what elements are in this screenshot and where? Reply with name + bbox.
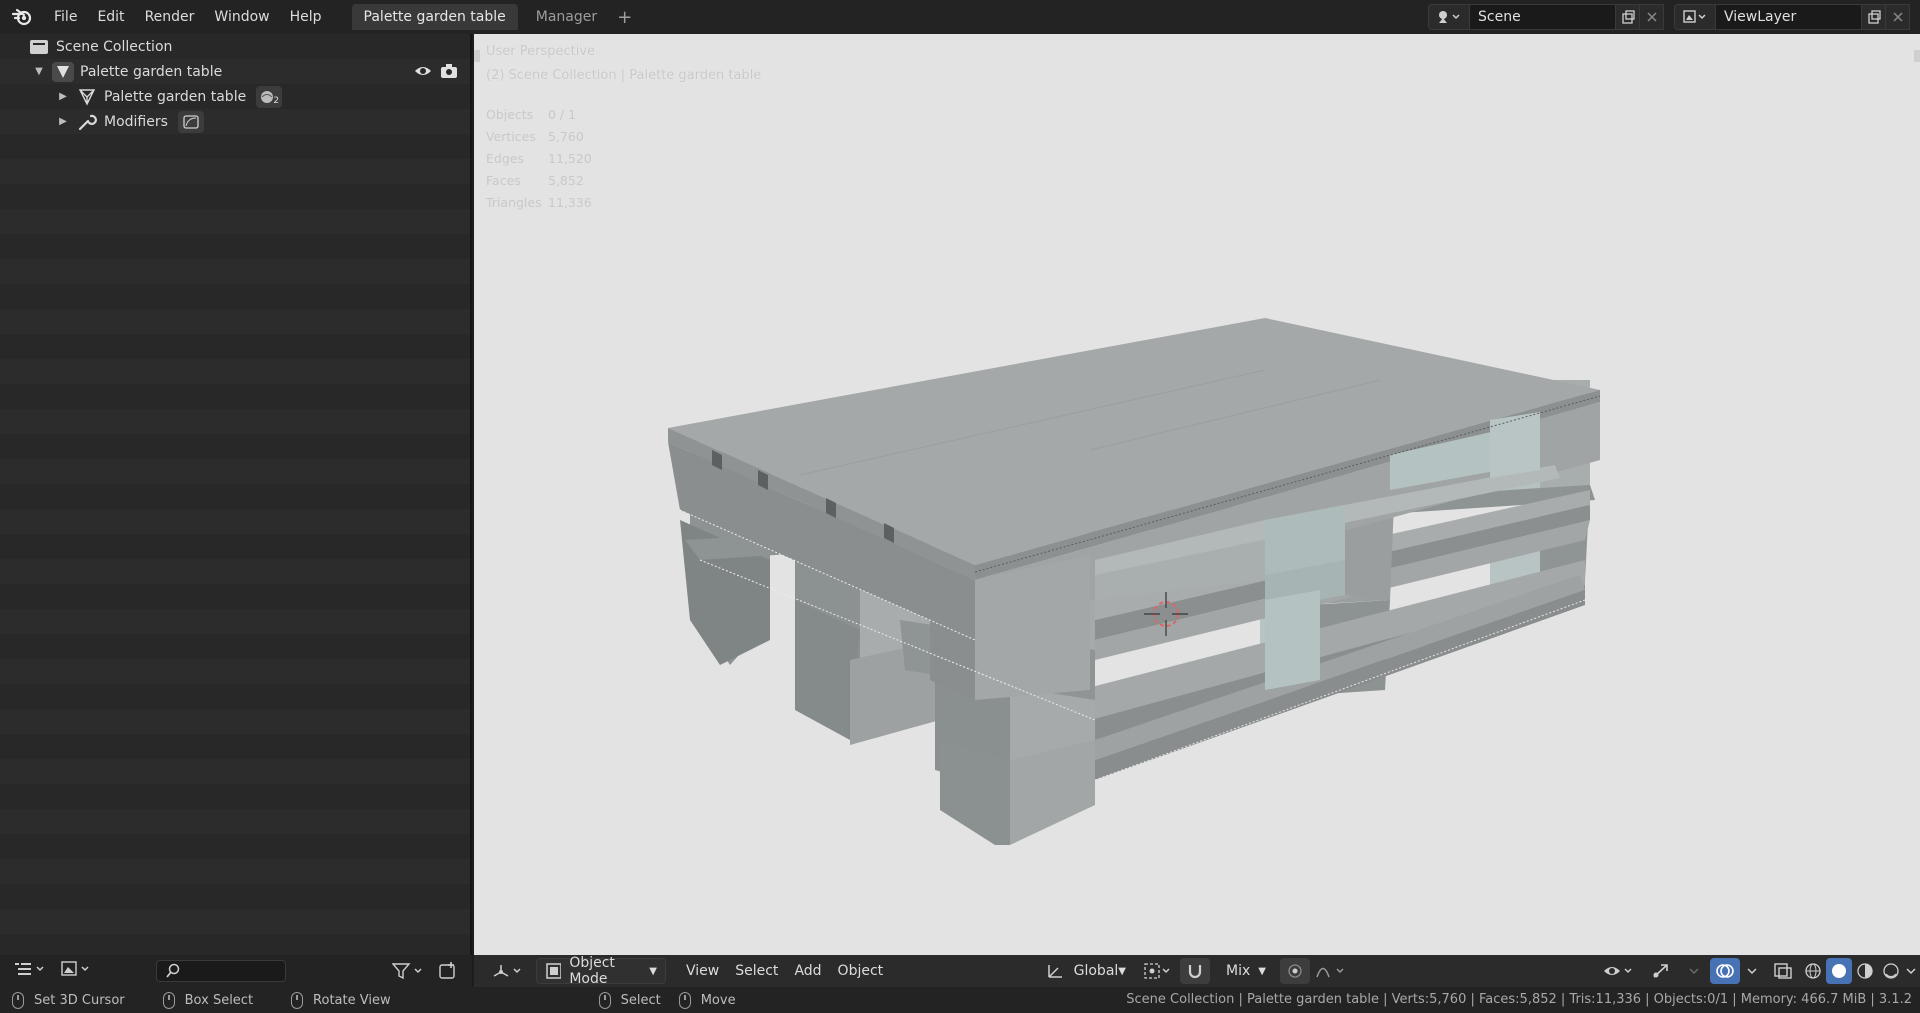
overlays-dropdown-icon[interactable] <box>1742 958 1762 984</box>
outliner-row-mesh-data[interactable]: ▶ Palette garden table 2 <box>0 84 470 109</box>
drag-mouse-icon <box>678 991 691 1009</box>
material-count: 2 <box>273 95 280 106</box>
menu-help[interactable]: Help <box>280 0 332 34</box>
chevron-down-icon: ▼ <box>1118 965 1126 977</box>
wrench-icon <box>76 111 98 133</box>
chevron-down-icon: ▼ <box>1258 965 1266 977</box>
blender-logo-icon[interactable] <box>0 0 44 34</box>
right-mouse-icon <box>291 991 304 1009</box>
menu-view[interactable]: View <box>680 958 725 984</box>
outliner-search-input[interactable] <box>156 960 286 982</box>
editor-type-icon[interactable] <box>60 960 94 982</box>
rendered-shading-icon[interactable] <box>1878 958 1904 984</box>
add-workspace-icon[interactable]: + <box>617 7 632 28</box>
shading-dropdown-icon[interactable] <box>1902 958 1920 984</box>
new-collection-icon[interactable] <box>438 961 458 985</box>
hint-set-3d-cursor: Set 3D Cursor <box>0 991 125 1009</box>
outliner-panel: Scene Collection ▼ Palette garden table … <box>0 34 472 955</box>
outliner-label: Scene Collection <box>56 38 173 55</box>
outliner-row-object[interactable]: ▼ Palette garden table <box>0 59 470 84</box>
falloff-curve-icon[interactable] <box>1312 958 1352 984</box>
hint-select: Select <box>587 991 661 1009</box>
object-data-icon <box>52 61 74 83</box>
outliner-row-modifiers[interactable]: ▶ Modifiers <box>0 109 470 134</box>
pallet-table-model[interactable] <box>474 34 1920 955</box>
outliner-label: Modifiers <box>104 113 168 130</box>
view-layer-browse-icon[interactable] <box>1674 4 1716 30</box>
view-layer-name-field[interactable]: ViewLayer <box>1716 4 1862 30</box>
menu-edit[interactable]: Edit <box>87 0 134 34</box>
mode-selector[interactable]: Object Mode ▼ <box>536 955 666 987</box>
outliner-row-scene-collection[interactable]: Scene Collection <box>0 34 470 59</box>
delete-view-layer-icon[interactable] <box>1886 4 1910 30</box>
filter-icon[interactable] <box>391 962 426 984</box>
scene-browse-icon[interactable] <box>1428 4 1470 30</box>
orientation-label: Global <box>1073 963 1119 979</box>
viewport-header: Object Mode ▼ View Select Add Object Glo… <box>474 955 1920 987</box>
menu-add[interactable]: Add <box>788 958 827 984</box>
tab-palette-garden-table[interactable]: Palette garden table <box>351 4 518 30</box>
3d-viewport[interactable]: User Perspective (2) Scene Collection | … <box>474 34 1920 955</box>
collection-box-icon <box>28 36 50 58</box>
material-badge-icon[interactable]: 2 <box>256 85 283 108</box>
expand-triangle-icon[interactable]: ▶ <box>56 91 70 102</box>
menu-render[interactable]: Render <box>135 0 205 34</box>
solid-shading-icon[interactable] <box>1826 958 1852 984</box>
object-mode-icon <box>546 963 562 979</box>
eye-icon[interactable] <box>414 62 432 84</box>
xray-toggle-icon[interactable] <box>1768 958 1798 984</box>
transform-orientation-selector[interactable]: Global ▼ <box>1038 958 1134 984</box>
menu-window[interactable]: Window <box>204 0 279 34</box>
modifier-badge-icon[interactable] <box>177 110 204 133</box>
gizmo-toggle-icon[interactable] <box>1646 958 1676 984</box>
proportional-editing-icon[interactable] <box>1280 958 1310 984</box>
scene-selector: Scene <box>1428 4 1664 30</box>
hint-move: Move <box>667 991 736 1009</box>
hint-box-select: Box Select <box>151 991 253 1009</box>
search-icon <box>166 963 180 978</box>
view-layer-selector: ViewLayer <box>1674 4 1910 30</box>
pivot-point-icon[interactable] <box>1140 958 1176 984</box>
scene-info-text: Scene Collection | Palette garden table … <box>1126 992 1912 1007</box>
snap-toggle-icon[interactable] <box>1180 958 1210 984</box>
chevron-down-icon: ▼ <box>649 965 657 977</box>
left-mouse-icon <box>598 991 611 1009</box>
collapse-triangle-icon[interactable]: ▼ <box>32 66 46 77</box>
menu-file[interactable]: File <box>44 0 87 34</box>
tab-manager[interactable]: Manager <box>524 4 609 30</box>
camera-render-icon[interactable] <box>440 62 458 84</box>
mode-label: Object Mode <box>569 955 615 987</box>
delete-scene-icon[interactable] <box>1640 4 1664 30</box>
scene-name-field[interactable]: Scene <box>1470 4 1616 30</box>
top-bar: File Edit Render Window Help Palette gar… <box>0 0 1920 34</box>
orientation-axis-icon <box>1048 965 1062 978</box>
middle-mouse-icon <box>162 991 175 1009</box>
snap-mode-selector[interactable]: Mix ▼ <box>1218 958 1274 984</box>
display-mode-icon[interactable] <box>14 960 48 982</box>
left-mouse-icon <box>12 991 24 1009</box>
menu-select[interactable]: Select <box>729 958 784 984</box>
material-preview-icon[interactable] <box>1852 958 1878 984</box>
gizmo-dropdown-icon[interactable] <box>1684 958 1704 984</box>
wireframe-shading-icon[interactable] <box>1800 958 1826 984</box>
visibility-filter-icon[interactable] <box>1600 958 1640 984</box>
snap-mode-label: Mix <box>1226 963 1251 979</box>
mesh-icon <box>76 86 98 108</box>
hint-rotate-view: Rotate View <box>279 991 391 1009</box>
editor-type-icon[interactable] <box>486 958 532 984</box>
expand-triangle-icon[interactable]: ▶ <box>56 116 70 127</box>
outliner-label: Palette garden table <box>104 88 247 105</box>
outliner-footer <box>0 955 472 987</box>
overlays-toggle-icon[interactable] <box>1710 958 1740 984</box>
status-bar: Set 3D Cursor Box Select Rotate View Sel… <box>0 987 1920 1013</box>
outliner-label: Palette garden table <box>80 63 223 80</box>
new-scene-icon[interactable] <box>1616 4 1640 30</box>
menu-object[interactable]: Object <box>832 958 890 984</box>
new-view-layer-icon[interactable] <box>1862 4 1886 30</box>
